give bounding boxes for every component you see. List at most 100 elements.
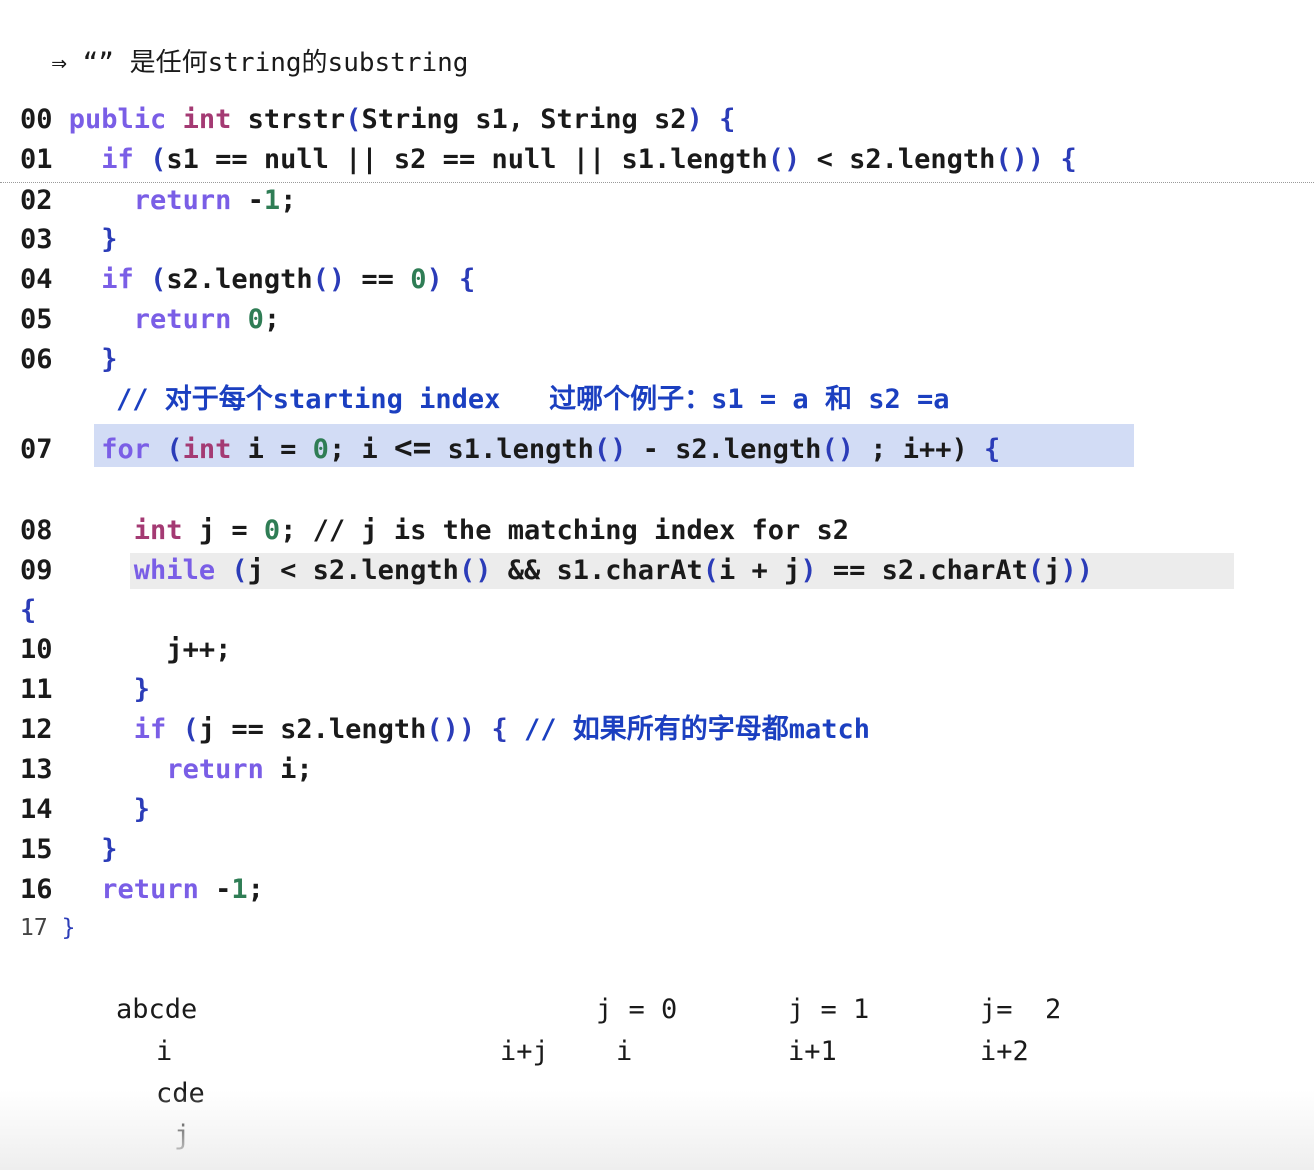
note-abcde: abcde	[116, 994, 198, 1025]
code-line-09: 09 while (j < s2.length() && s1.charAt(i…	[20, 555, 1093, 586]
var-init: j =	[182, 515, 264, 546]
code-line-07: 07 for (int i = 0; i <= s1.length() - s2…	[20, 430, 1001, 466]
note-i: i	[156, 1036, 173, 1067]
loop-init: i =	[231, 434, 313, 465]
line-number: 08	[20, 515, 53, 546]
line-number: 05	[20, 304, 53, 335]
line-number: 12	[20, 714, 53, 745]
header-w2: substring	[327, 48, 469, 78]
note-i-plus-j: i+j	[500, 1036, 549, 1067]
comment-prefix: //	[524, 714, 573, 745]
condition: i + j	[719, 555, 801, 586]
wrapped-brace: {	[20, 595, 37, 626]
code-line-03: 03 }	[20, 224, 118, 255]
condition: && s1.charAt	[491, 555, 703, 586]
comment-line: // 对于每个starting index 过哪个例子：s1 = a 和 s2 …	[116, 386, 949, 413]
code-line-14: 14 }	[20, 794, 151, 825]
keyword: if	[101, 264, 134, 295]
keyword: return	[166, 754, 264, 785]
lte-operator: <=	[393, 430, 432, 466]
number: 0	[312, 434, 329, 465]
code-line-08: 08 int j = 0; // j is the matching index…	[20, 517, 849, 544]
comment-prefix: //	[116, 384, 165, 415]
line-number: 09	[20, 555, 53, 586]
comment-zh: 和	[824, 384, 852, 415]
condition: s1 == null || s2 == null || s1.length	[166, 144, 768, 175]
comment-text: s1 = a	[711, 384, 825, 415]
condition: j == s2.length	[198, 714, 427, 745]
note-i-under-j0: i	[616, 1036, 633, 1067]
line-number: 17	[20, 915, 48, 941]
comment-zh: 过哪个例子：	[549, 384, 712, 415]
page-break-divider	[0, 182, 1314, 183]
keyword: while	[133, 555, 216, 586]
line-number: 00	[20, 104, 53, 135]
line-number: 14	[20, 794, 53, 825]
comment-text: s2 =a	[851, 384, 950, 415]
keyword: return	[133, 304, 232, 335]
arrow-icon: ⇒	[51, 48, 67, 78]
note-j2: j= 2	[980, 994, 1062, 1025]
loop-step: ; i++	[853, 434, 952, 465]
note-j0: j = 0	[596, 994, 678, 1025]
keyword: for	[101, 434, 151, 465]
note-j1: j = 1	[788, 994, 870, 1025]
line-number: 07	[20, 434, 53, 465]
code-line-02: 02 return -1;	[20, 185, 297, 216]
keyword: return	[101, 874, 199, 905]
number: 0	[410, 264, 427, 295]
line-number: 10	[20, 634, 53, 665]
type-keyword: int	[182, 434, 232, 465]
return-value: i;	[263, 754, 313, 785]
condition: j < s2.length	[247, 555, 459, 586]
comment-zh: 对于每个	[164, 384, 273, 415]
line-number: 06	[20, 344, 53, 375]
number: 0	[247, 304, 264, 335]
loop-cond: s1.length	[431, 434, 594, 465]
keyword: if	[133, 714, 167, 745]
line-number: 03	[20, 224, 53, 255]
line-number: 16	[20, 874, 53, 905]
note-i-plus-1: i+1	[788, 1036, 837, 1067]
condition-tail: < s2.length	[800, 144, 996, 175]
header-line: ⇒ “” 是任何string的substring	[20, 24, 468, 76]
type-keyword: int	[133, 515, 183, 546]
header-zh1: 是任何	[129, 48, 208, 78]
code-line-13: 13 return i;	[20, 756, 313, 783]
code-line-04: 04 if (s2.length() == 0) {	[20, 264, 476, 295]
code-line-12: 12 if (j == s2.length()) { // 如果所有的字母都ma…	[20, 714, 871, 745]
line-number: 13	[20, 754, 53, 785]
bottom-shadow	[0, 1090, 1314, 1170]
condition: == s2.charAt	[816, 555, 1028, 586]
line-number: 15	[20, 834, 53, 865]
keyword: public	[68, 104, 167, 135]
keyword: if	[101, 144, 134, 175]
keyword: return	[133, 185, 232, 216]
minus-one: -1	[247, 185, 281, 216]
code-line-11: 11 }	[20, 674, 151, 705]
code-line-00: 00 public int strstr(String s1, String s…	[20, 104, 736, 135]
inline-comment: ; // j is the matching index for s2	[280, 515, 850, 546]
empty-quotes: “”	[82, 48, 114, 78]
number: 0	[263, 515, 281, 546]
loop-cond: ; i	[328, 434, 394, 465]
code-line-15: 15 }	[20, 834, 118, 865]
code-line-01: 01 if (s1 == null || s2 == null || s1.le…	[20, 144, 1077, 175]
loop-cond: - s2.length	[626, 434, 822, 465]
comment-zh: 如果所有的字母都	[572, 714, 789, 745]
note-i-plus-2: i+2	[980, 1036, 1029, 1067]
condition: s2.length	[166, 264, 313, 295]
params: String s1, String s2	[361, 104, 687, 135]
type-keyword: int	[182, 104, 232, 135]
code-line-05: 05 return 0;	[20, 304, 281, 335]
increment: j++;	[166, 634, 232, 665]
comment-text: starting index	[272, 384, 501, 415]
header-zh2: 的	[301, 48, 328, 78]
code-line-17: 17 }	[20, 915, 76, 941]
line-number: 04	[20, 264, 53, 295]
comment-text: match	[788, 714, 871, 745]
method-name: strstr	[247, 104, 346, 135]
line-number: 11	[20, 674, 53, 705]
condition: j	[1044, 555, 1061, 586]
code-line-10: 10 j++;	[20, 636, 231, 663]
